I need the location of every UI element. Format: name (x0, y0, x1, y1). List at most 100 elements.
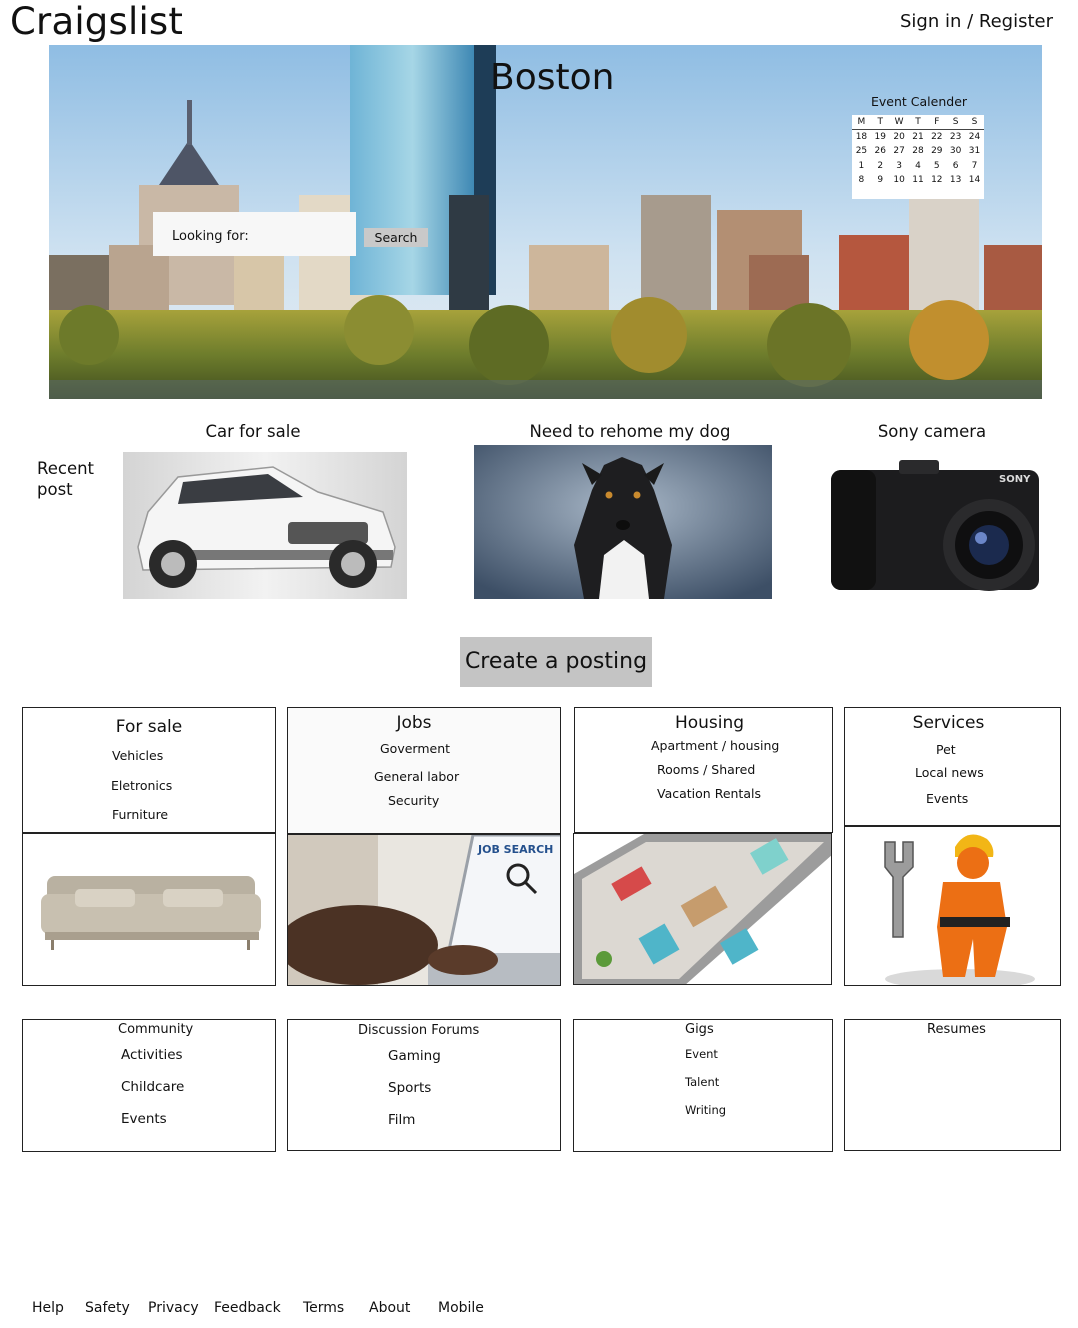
event-calendar[interactable]: M T W T F S S 18 19 20 21 22 23 24 25 26… (852, 115, 984, 199)
calendar-date[interactable]: 23 (946, 130, 965, 145)
search-button[interactable]: Search (364, 228, 428, 247)
post-title-camera[interactable]: Sony camera (862, 422, 1002, 441)
category-link-activities[interactable]: Activities (121, 1047, 183, 1063)
calendar-date[interactable]: 3 (890, 159, 909, 174)
calendar-date[interactable]: 2 (871, 159, 890, 174)
category-link-pet[interactable]: Pet (936, 742, 956, 757)
category-housing: Housing Apartment / housing Rooms / Shar… (574, 707, 833, 833)
category-link-furniture[interactable]: Furniture (112, 807, 168, 822)
category-link-community-events[interactable]: Events (121, 1111, 167, 1127)
post-title-car[interactable]: Car for sale (153, 422, 353, 441)
category-link-childcare[interactable]: Childcare (121, 1079, 184, 1095)
category-title[interactable]: Jobs (278, 713, 550, 733)
calendar-date[interactable]: 10 (890, 173, 909, 188)
category-link-security[interactable]: Security (388, 793, 439, 808)
category-link-electronics[interactable]: Eletronics (111, 778, 172, 793)
calendar-date[interactable]: 5 (927, 159, 946, 174)
calendar-date[interactable]: 31 (965, 144, 984, 159)
calendar-date[interactable]: 8 (852, 173, 871, 188)
category-link-vacation-rentals[interactable]: Vacation Rentals (657, 786, 761, 801)
category-link-gaming[interactable]: Gaming (388, 1048, 441, 1064)
calendar-date[interactable]: 11 (909, 173, 928, 188)
calendar-date[interactable]: 21 (909, 130, 928, 145)
calendar-date[interactable]: 28 (909, 144, 928, 159)
site-logo[interactable]: Craigslist (10, 0, 183, 43)
category-link-local-news[interactable]: Local news (915, 765, 984, 780)
category-link-vehicles[interactable]: Vehicles (112, 748, 163, 763)
calendar-day-header: T (870, 115, 890, 130)
worker-image[interactable] (844, 826, 1061, 986)
calendar-date[interactable]: 27 (890, 144, 909, 159)
category-link-writing[interactable]: Writing (685, 1103, 726, 1117)
calendar-day-header: T (908, 115, 928, 130)
dog-icon (474, 445, 772, 599)
calendar-date[interactable]: 6 (946, 159, 965, 174)
car-image[interactable] (123, 452, 407, 599)
category-community: Community Activities Childcare Events (22, 1019, 276, 1152)
calendar-day-header: F (927, 115, 947, 130)
category-title[interactable]: For sale (23, 717, 275, 737)
calendar-date[interactable]: 1 (852, 159, 871, 174)
category-for-sale: For sale Vehicles Eletronics Furniture (22, 707, 276, 833)
category-title[interactable]: Gigs (685, 1022, 714, 1037)
category-services: Services Pet Local news Events (844, 707, 1061, 826)
calendar-date[interactable]: 24 (965, 130, 984, 145)
calendar-date[interactable]: 4 (909, 159, 928, 174)
category-jobs: Jobs Goverment General labor Security (287, 707, 561, 834)
footer-link-safety[interactable]: Safety (85, 1300, 130, 1316)
post-title-dog[interactable]: Need to rehome my dog (500, 422, 760, 441)
footer-link-feedback[interactable]: Feedback (214, 1300, 281, 1316)
worker-icon (884, 834, 1035, 985)
job-search-image[interactable]: JOB SEARCH (287, 834, 561, 986)
calendar-date[interactable]: 30 (946, 144, 965, 159)
calendar-date[interactable]: 14 (965, 173, 984, 188)
dog-image[interactable] (474, 445, 772, 599)
category-link-apartment[interactable]: Apartment / housing (651, 738, 779, 753)
calendar-date[interactable]: 18 (852, 130, 871, 145)
calendar-date[interactable]: 9 (871, 173, 890, 188)
category-resumes: Resumes (844, 1019, 1061, 1151)
floor-plan-image[interactable] (573, 833, 832, 985)
calendar-date[interactable]: 12 (927, 173, 946, 188)
category-link-film[interactable]: Film (388, 1112, 415, 1128)
footer-link-terms[interactable]: Terms (303, 1300, 344, 1316)
camera-image[interactable]: SONY (829, 455, 1042, 595)
footer-link-mobile[interactable]: Mobile (438, 1300, 484, 1316)
job-search-text: JOB SEARCH (478, 843, 554, 856)
calendar-date[interactable]: 22 (927, 130, 946, 145)
calendar-day-header: W (889, 115, 909, 130)
calendar-date[interactable]: 26 (871, 144, 890, 159)
category-title[interactable]: Discussion Forums (358, 1023, 479, 1038)
sofa-image[interactable] (22, 833, 276, 986)
footer-link-help[interactable]: Help (32, 1300, 64, 1316)
category-title[interactable]: Resumes (927, 1022, 986, 1037)
category-link-sports[interactable]: Sports (388, 1080, 431, 1096)
calendar-day-header: S (946, 115, 966, 130)
car-icon (123, 452, 407, 599)
calendar-date[interactable]: 13 (946, 173, 965, 188)
category-link-government[interactable]: Goverment (380, 741, 450, 756)
calendar-date[interactable]: 7 (965, 159, 984, 174)
event-calendar-title: Event Calender (871, 94, 968, 109)
footer-link-about[interactable]: About (369, 1300, 410, 1316)
category-link-rooms-shared[interactable]: Rooms / Shared (657, 762, 755, 777)
camera-icon: SONY (831, 460, 1039, 591)
calendar-date[interactable]: 25 (852, 144, 871, 159)
category-link-events[interactable]: Events (926, 791, 968, 806)
category-link-gig-event[interactable]: Event (685, 1047, 718, 1061)
category-link-general-labor[interactable]: General labor (374, 769, 459, 784)
sign-in-register-link[interactable]: Sign in / Register (900, 11, 1053, 32)
sofa-icon (41, 876, 261, 950)
city-title: Boston (490, 57, 615, 98)
calendar-date[interactable]: 29 (927, 144, 946, 159)
calendar-day-header: M (852, 115, 871, 130)
create-posting-button[interactable]: Create a posting (460, 637, 652, 687)
category-link-talent[interactable]: Talent (685, 1075, 719, 1089)
category-title[interactable]: Services (841, 713, 1056, 733)
calendar-date[interactable]: 19 (871, 130, 890, 145)
calendar-date[interactable]: 20 (890, 130, 909, 145)
floor-plan-icon (574, 834, 831, 984)
footer-link-privacy[interactable]: Privacy (148, 1300, 199, 1316)
category-title[interactable]: Community (118, 1022, 193, 1037)
category-title[interactable]: Housing (581, 713, 838, 733)
